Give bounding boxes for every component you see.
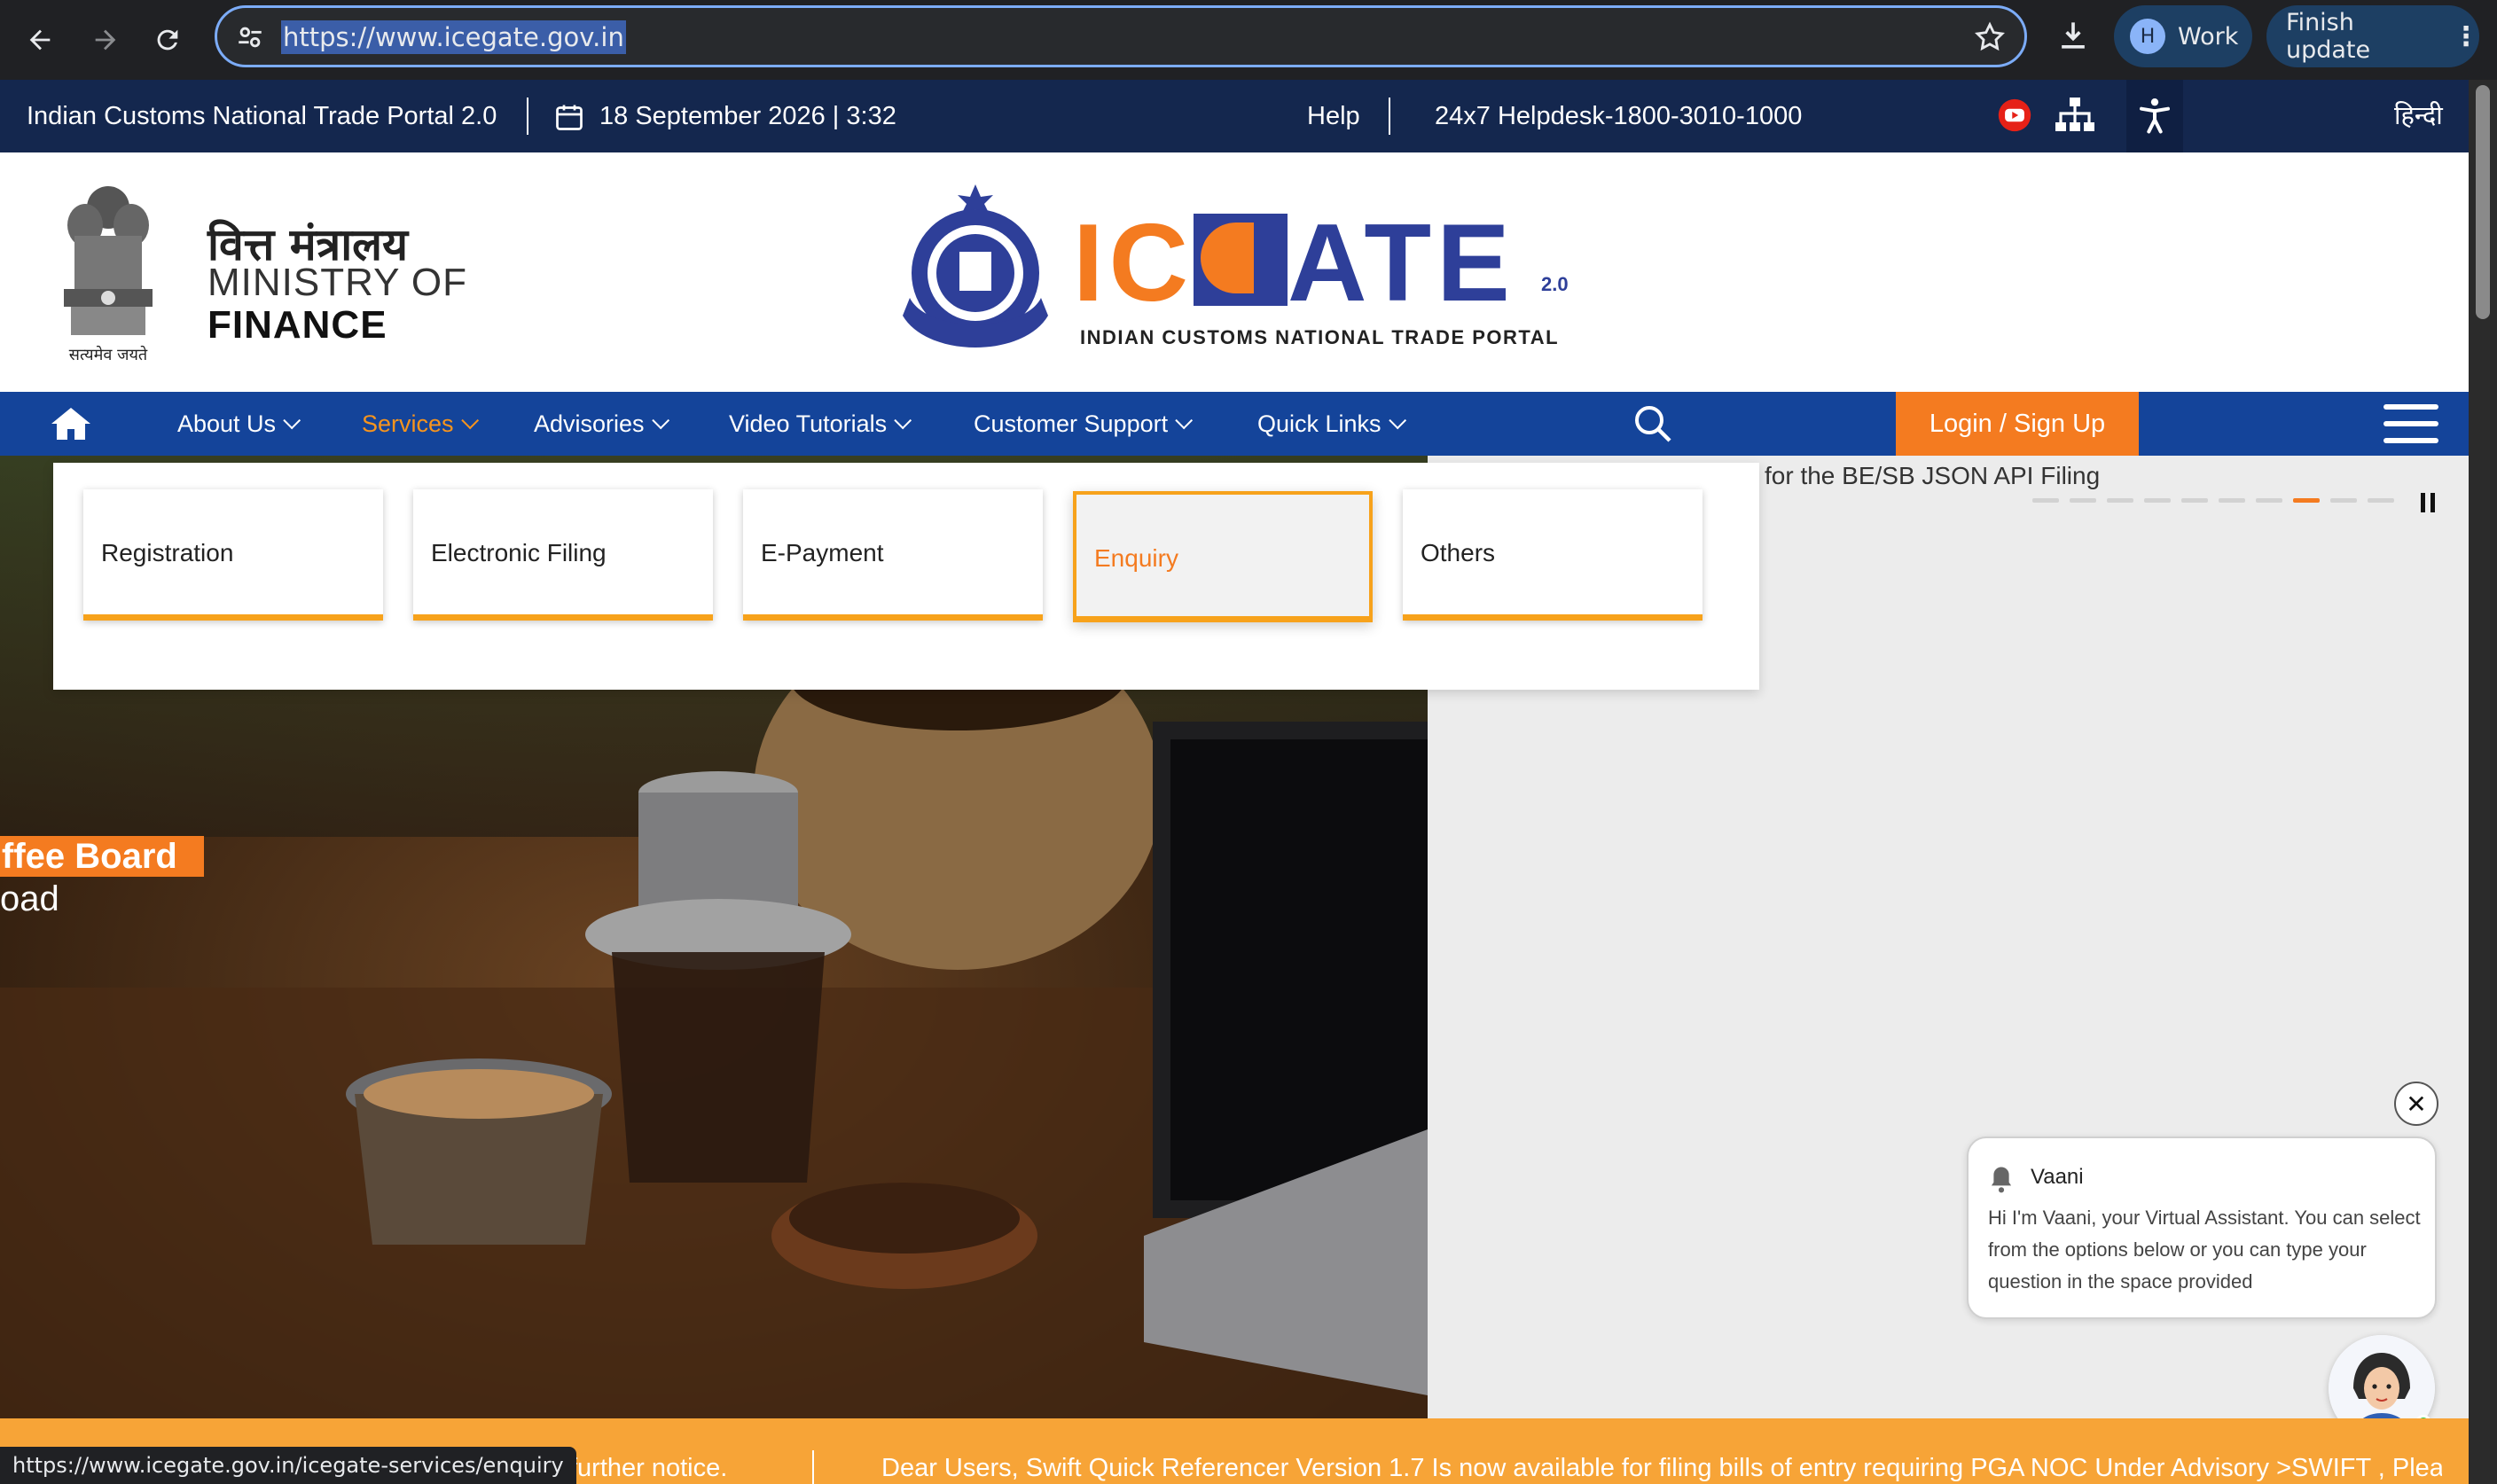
cbic-seal-logo	[903, 184, 1048, 348]
site-header: सत्यमेव जयते वित्त मंत्रालय MINISTRY OF …	[0, 152, 2469, 392]
finish-update-button[interactable]: Finish update ⋮	[2266, 5, 2479, 67]
emblem-motto: सत्यमेव जयते	[69, 345, 148, 364]
hero-subtitle: oad	[0, 879, 59, 918]
logo-g-mark	[1194, 214, 1288, 306]
divider	[812, 1450, 814, 1484]
bell-icon	[1991, 1167, 2012, 1193]
helpdesk-number: 24x7 Helpdesk-1800-3010-1000	[1435, 102, 1803, 130]
scrollbar-thumb[interactable]	[2476, 85, 2490, 319]
language-toggle[interactable]: हिन्दी	[2394, 80, 2443, 152]
reload-icon	[157, 29, 178, 51]
nav-label: Services	[362, 410, 454, 437]
address-bar[interactable]: https://www.icegate.gov.in	[215, 5, 2027, 67]
site-settings-icon[interactable]	[235, 22, 265, 52]
home-icon[interactable]	[50, 404, 92, 441]
slide-dot[interactable]	[2107, 498, 2133, 503]
sitemap-icon[interactable]	[2054, 96, 2096, 135]
logo-subtitle: INDIAN CUSTOMS NATIONAL TRADE PORTAL	[1080, 326, 1560, 348]
reload-button[interactable]	[145, 18, 190, 62]
service-registration[interactable]: Registration	[83, 489, 383, 621]
login-signup-button[interactable]: Login / Sign Up	[1896, 392, 2139, 456]
divider	[527, 98, 528, 135]
help-link[interactable]: Help	[1307, 80, 1360, 152]
chevron-down-icon	[894, 411, 912, 430]
hamburger-menu-icon[interactable]	[2384, 402, 2438, 445]
portal-name: Indian Customs National Trade Portal 2.0	[27, 102, 497, 130]
icegate-logo: IC ATE	[1073, 200, 1515, 326]
national-emblem-logo: सत्यमेव जयते	[64, 186, 153, 364]
link-status-bar: https://www.icegate.gov.in/icegate-servi…	[0, 1447, 576, 1484]
slide-dot[interactable]	[2181, 498, 2208, 503]
slide-dot[interactable]	[2070, 498, 2096, 503]
nav-label: About Us	[177, 410, 277, 437]
assistant-message: Hi I'm Vaani, your Virtual Assistant. Yo…	[1988, 1207, 2421, 1293]
date-time: 18 September 2026 | 3:32	[599, 102, 896, 130]
slide-dot[interactable]	[2330, 498, 2357, 503]
assistant-name: Vaani	[2031, 1165, 2084, 1189]
slide-dot[interactable]	[2368, 498, 2394, 503]
youtube-icon[interactable]	[1995, 98, 2034, 133]
download-icon[interactable]	[2054, 16, 2093, 55]
accessibility-button[interactable]	[2126, 80, 2183, 152]
nav-advisories[interactable]: Advisories	[534, 392, 669, 456]
nav-label: Advisories	[534, 410, 645, 437]
main-nav: About Us Services Advisories Video Tutor…	[0, 392, 2469, 456]
hero-badge: ffee Board	[0, 836, 204, 877]
slide-dot[interactable]	[2144, 498, 2171, 503]
calendar-icon	[556, 105, 583, 130]
nav-label: Video Tutorials	[729, 410, 888, 437]
service-others[interactable]: Others	[1403, 489, 1702, 621]
slide-dot[interactable]	[2032, 498, 2059, 503]
nav-label: Customer Support	[974, 410, 1169, 437]
logo-ic: IC	[1073, 202, 1194, 324]
logo-version: 2.0	[1541, 273, 1569, 295]
nav-video-tutorials[interactable]: Video Tutorials	[729, 392, 912, 456]
avatar: H	[2130, 19, 2165, 54]
more-menu-icon[interactable]: ⋮	[2453, 21, 2479, 52]
browser-toolbar: https://www.icegate.gov.in H Work Finish…	[0, 0, 2497, 80]
divider	[1389, 98, 1390, 135]
logo-ate: ATE	[1288, 202, 1515, 324]
chevron-down-icon	[283, 411, 301, 430]
forward-button[interactable]	[83, 18, 128, 62]
chat-bubble: Vaani Hi I'm Vaani, your Virtual Assista…	[1967, 1136, 2437, 1319]
pause-icon[interactable]	[2421, 493, 2437, 512]
chevron-down-icon	[460, 411, 479, 430]
hero-slide-text: for the BE/SB JSON API Filing	[1765, 462, 2101, 489]
chevron-down-icon	[651, 411, 669, 430]
slide-dot[interactable]	[2256, 498, 2282, 503]
service-enquiry[interactable]: Enquiry	[1073, 491, 1373, 622]
finish-update-label: Finish update	[2286, 9, 2371, 64]
profile-label: Work	[2178, 22, 2239, 51]
url-text[interactable]: https://www.icegate.gov.in	[281, 20, 626, 54]
top-info-bar: Indian Customs National Trade Portal 2.0…	[0, 80, 2469, 152]
slide-dot[interactable]	[2293, 498, 2320, 503]
nav-about-us[interactable]: About Us	[177, 392, 301, 456]
chat-close-button[interactable]: ✕	[2394, 1082, 2438, 1126]
services-dropdown: Registration Electronic Filing E-Payment…	[53, 463, 1759, 690]
logo-g-orange	[1201, 223, 1254, 293]
chevron-down-icon	[1175, 411, 1194, 430]
ministry-name-line1: MINISTRY OF	[207, 261, 467, 304]
nav-services[interactable]: Services	[362, 392, 479, 456]
arrow-left-icon	[29, 29, 51, 51]
service-electronic-filing[interactable]: Electronic Filing	[413, 489, 713, 621]
ministry-name-line2: FINANCE	[207, 303, 387, 347]
nav-label: Quick Links	[1257, 410, 1382, 437]
profile-button[interactable]: H Work	[2114, 5, 2252, 67]
back-button[interactable]	[18, 18, 62, 62]
ticker-text-2[interactable]: Dear Users, Swift Quick Referencer Versi…	[881, 1418, 2442, 1484]
slide-dot[interactable]	[2219, 498, 2245, 503]
accessibility-icon	[2140, 98, 2170, 134]
arrow-right-icon	[95, 29, 116, 51]
search-icon[interactable]	[1632, 402, 1674, 445]
nav-customer-support[interactable]: Customer Support	[974, 392, 1194, 456]
nav-quick-links[interactable]: Quick Links	[1257, 392, 1406, 456]
service-e-payment[interactable]: E-Payment	[743, 489, 1043, 621]
bookmark-star-icon[interactable]	[1973, 20, 2007, 54]
chevron-down-icon	[1388, 411, 1406, 430]
